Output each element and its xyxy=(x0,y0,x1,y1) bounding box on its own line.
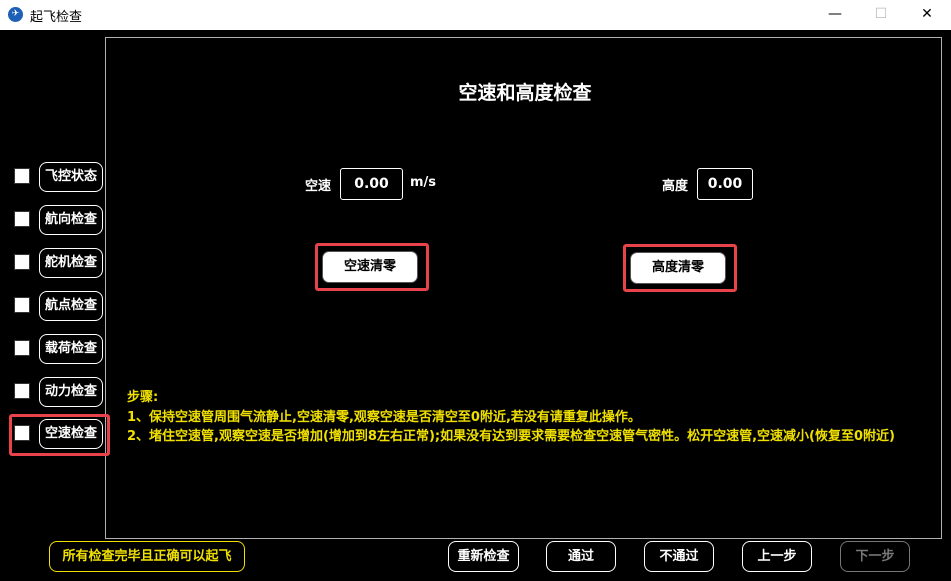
checkbox[interactable] xyxy=(14,340,30,356)
sidebar-item-label[interactable]: 航点检查 xyxy=(39,291,103,321)
checkbox[interactable] xyxy=(14,297,30,313)
airspeed-label: 空速 xyxy=(305,179,332,194)
active-item-highlight xyxy=(9,414,110,456)
airspeed-value: 0.00 xyxy=(340,168,403,200)
close-button[interactable]: ✕ xyxy=(904,0,950,30)
pass-button[interactable]: 通过 xyxy=(546,541,616,572)
steps-title: 步骤: xyxy=(127,390,159,405)
app-logo-icon: ✈ xyxy=(8,7,23,22)
previous-step-button[interactable]: 上一步 xyxy=(742,541,812,572)
window-titlebar: ✈ 起飞检查 — ☐ ✕ xyxy=(0,0,951,30)
completion-notice: 所有检查完毕且正确可以起飞 xyxy=(49,541,245,572)
checkbox[interactable] xyxy=(14,254,30,270)
airspeed-unit: m/s xyxy=(410,175,437,190)
step-1: 1、保持空速管周围气流静止,空速清零,观察空速是否清空至0附近,若没有请重复此操… xyxy=(127,409,641,425)
sidebar-item-label[interactable]: 航向检查 xyxy=(39,205,103,235)
altitude-label: 高度 xyxy=(662,179,689,194)
page-title: 空速和高度检查 xyxy=(458,82,592,104)
maximize-button[interactable]: ☐ xyxy=(858,0,904,30)
instruction-steps: 步骤: 1、保持空速管周围气流静止,空速清零,观察空速是否清空至0附近,若没有请… xyxy=(127,388,935,447)
checkbox[interactable] xyxy=(14,383,30,399)
window-title: 起飞检查 xyxy=(30,10,83,25)
sidebar-item-label[interactable]: 动力检查 xyxy=(39,377,103,407)
recheck-button[interactable]: 重新检查 xyxy=(448,541,519,572)
check-panel xyxy=(105,37,942,539)
airspeed-zero-button[interactable]: 空速清零 xyxy=(322,251,418,283)
sidebar-item-label[interactable]: 飞控状态 xyxy=(39,162,103,192)
checkbox[interactable] xyxy=(14,168,30,184)
altitude-value: 0.00 xyxy=(697,168,753,200)
sidebar-item-label[interactable]: 载荷检查 xyxy=(39,334,103,364)
step-2: 2、堵住空速管,观察空速是否增加(增加到8左右正常);如果没有达到要求需要检查空… xyxy=(127,429,895,444)
minimize-button[interactable]: — xyxy=(812,0,858,30)
sidebar-item-label[interactable]: 舵机检查 xyxy=(39,248,103,278)
altitude-zero-button[interactable]: 高度清零 xyxy=(630,252,726,284)
fail-button[interactable]: 不通过 xyxy=(644,541,714,572)
next-step-button[interactable]: 下一步 xyxy=(840,541,910,572)
checkbox[interactable] xyxy=(14,211,30,227)
